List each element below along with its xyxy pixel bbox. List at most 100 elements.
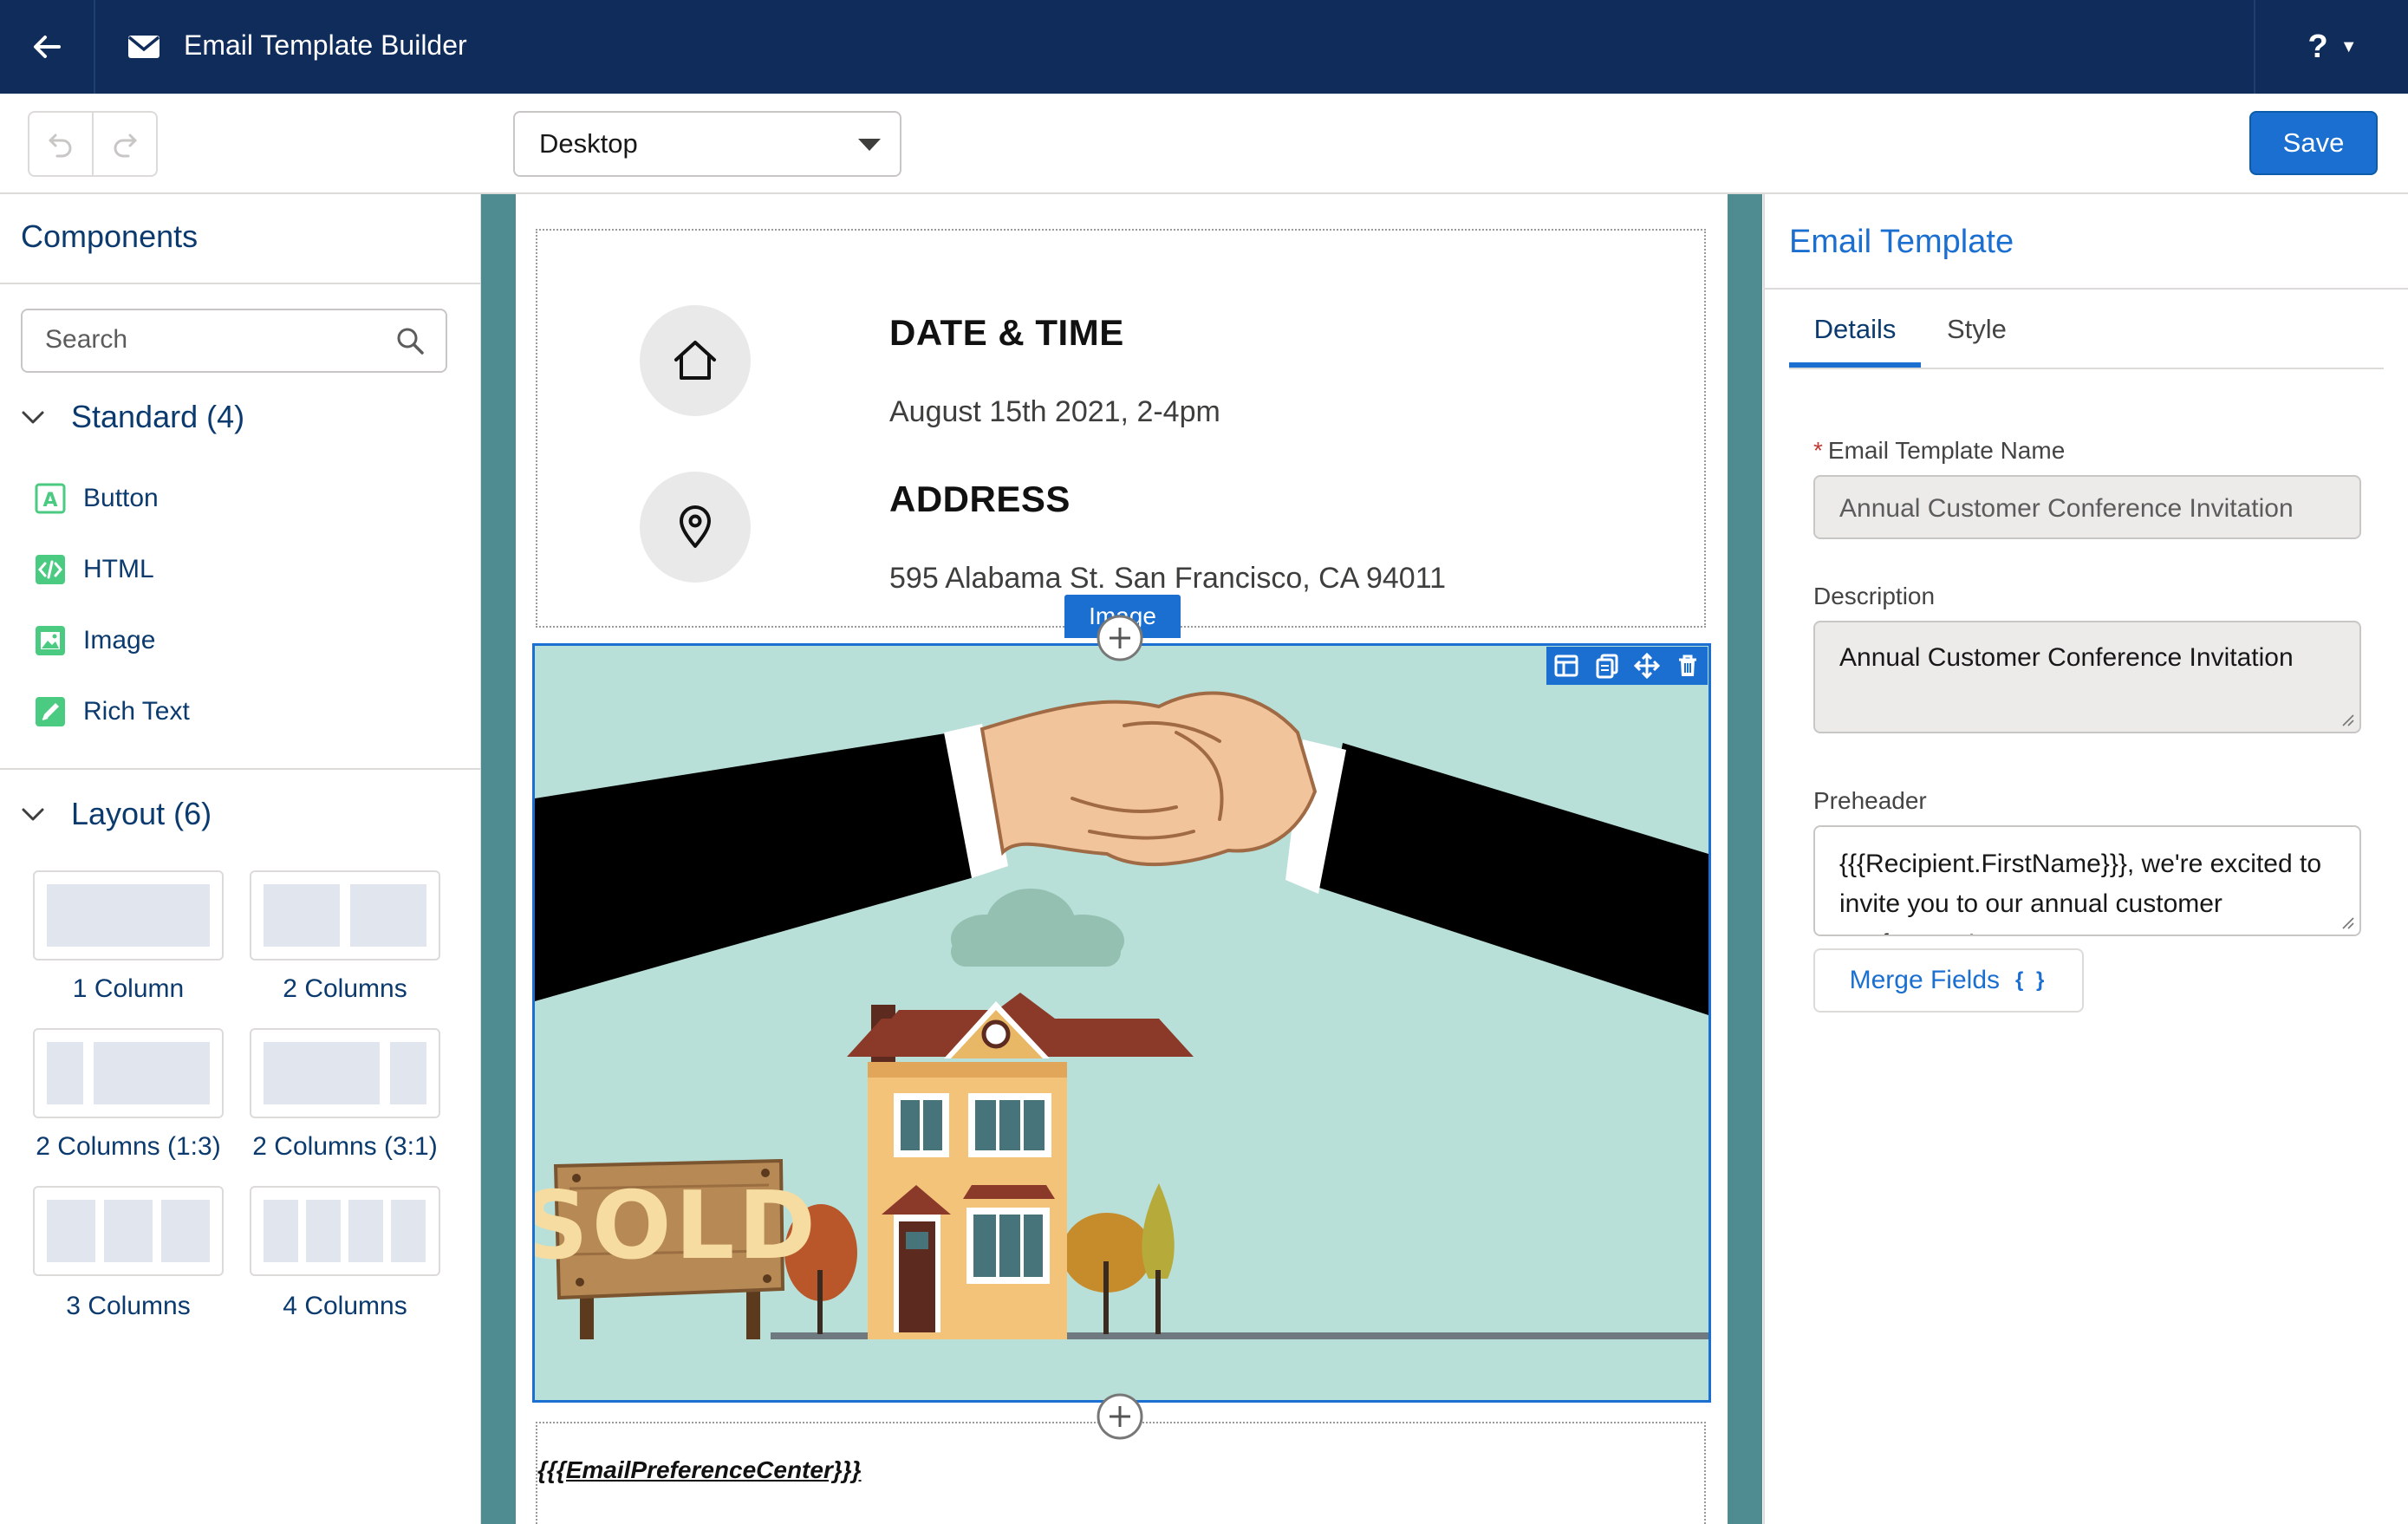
column-block <box>391 1200 426 1262</box>
handshake-house-illustration: SOLD <box>535 646 1708 1400</box>
column-block <box>264 1042 380 1104</box>
required-marker: * <box>1813 437 1823 464</box>
layout-4-columns[interactable] <box>250 1186 440 1276</box>
column-block <box>161 1200 210 1262</box>
delete-icon[interactable] <box>1675 653 1701 679</box>
component-label: Image <box>83 626 156 655</box>
layout-label: 4 Columns <box>283 1292 407 1320</box>
standard-section-toggle[interactable]: Standard (4) <box>21 399 244 435</box>
layout-label: 1 Column <box>72 974 185 1003</box>
active-tab-indicator <box>1789 362 1921 368</box>
address-heading: ADDRESS <box>889 479 1071 519</box>
resize-handle-icon[interactable] <box>2340 713 2354 726</box>
component-label: Rich Text <box>83 697 190 726</box>
layout-label: 2 Columns (3:1) <box>252 1132 438 1161</box>
image-block-selected[interactable]: SOLD <box>532 643 1711 1403</box>
undo-icon <box>49 134 72 158</box>
component-html[interactable]: HTML <box>35 552 154 587</box>
layout-3-columns[interactable] <box>33 1186 224 1276</box>
tab-style[interactable]: Style <box>1947 314 2007 345</box>
component-image[interactable]: Image <box>35 623 155 658</box>
undo-button[interactable] <box>28 111 94 177</box>
sold-sign-text: SOLD <box>535 1172 819 1280</box>
layout-1-column[interactable] <box>33 870 224 961</box>
template-name-label-text: Email Template Name <box>1827 437 2066 464</box>
resize-handle-icon[interactable] <box>2340 915 2354 929</box>
divider <box>1763 288 2408 290</box>
layout-2-columns-1-3[interactable] <box>33 1028 224 1118</box>
layout-block-icon[interactable] <box>1553 653 1579 679</box>
layout-label: 3 Columns <box>66 1292 191 1320</box>
braces-icon: { } <box>2015 968 2048 992</box>
component-label: HTML <box>83 555 154 583</box>
home-icon-circle <box>640 305 751 416</box>
canvas-gutter <box>1728 194 1762 1524</box>
column-block <box>350 884 426 947</box>
search-input[interactable]: Search <box>45 325 127 355</box>
location-icon-circle <box>640 472 751 583</box>
component-label: Button <box>83 484 159 512</box>
image-component-icon <box>35 625 66 656</box>
duplicate-icon[interactable] <box>1594 653 1620 679</box>
template-name-value: Annual Customer Conference Invitation <box>1839 494 2294 523</box>
components-panel <box>0 194 482 1524</box>
tab-details[interactable]: Details <box>1789 314 1921 345</box>
rich-text-component-icon <box>35 696 66 727</box>
device-preview-select[interactable]: Desktop <box>513 111 901 177</box>
layout-2-columns[interactable] <box>250 870 440 961</box>
preheader-field[interactable]: {{{Recipient.FirstName}}}, we're excited… <box>1813 825 2361 936</box>
redo-icon <box>114 134 137 158</box>
builder-toolbar <box>0 94 2408 194</box>
tabs-underline <box>1789 368 2384 369</box>
back-button[interactable] <box>0 0 95 94</box>
back-arrow-icon <box>34 36 61 58</box>
redo-button[interactable] <box>92 111 158 177</box>
image-block-actions <box>1546 647 1708 685</box>
preheader-value: {{{Recipient.FirstName}}}, we're excited… <box>1839 850 2322 935</box>
column-block <box>47 1200 95 1262</box>
email-preference-center-link[interactable]: {{{EmailPreferenceCenter}}} <box>537 1456 862 1484</box>
layout-2-columns-3-1[interactable] <box>250 1028 440 1118</box>
layout-label: 2 Columns <box>283 974 407 1003</box>
help-icon: ? <box>2307 28 2328 65</box>
component-rich-text[interactable]: Rich Text <box>35 694 190 729</box>
component-button[interactable]: A Button <box>35 481 159 516</box>
merge-fields-button[interactable]: Merge Fields { } <box>1813 948 2084 1013</box>
layout-label: 2 Columns (1:3) <box>36 1132 221 1161</box>
chevron-down-icon <box>22 808 44 821</box>
device-select-value: Desktop <box>539 128 638 159</box>
template-name-label: * Email Template Name <box>1813 437 2065 465</box>
divider <box>0 768 480 770</box>
divider <box>0 283 480 284</box>
column-block <box>104 1200 153 1262</box>
dropdown-caret-icon <box>858 139 881 151</box>
date-time-heading: DATE & TIME <box>889 312 1124 353</box>
column-block <box>306 1200 341 1262</box>
add-row-above-icon[interactable] <box>1096 614 1144 662</box>
description-field[interactable]: Annual Customer Conference Invitation <box>1813 621 2361 733</box>
column-block <box>94 1042 210 1104</box>
address-text: 595 Alabama St. San Francisco, CA 94011 <box>889 562 1446 595</box>
search-icon <box>397 328 424 355</box>
help-menu-button[interactable]: ? ▼ <box>2254 0 2408 94</box>
svg-text:A: A <box>42 490 57 511</box>
template-name-field[interactable]: Annual Customer Conference Invitation <box>1813 475 2361 539</box>
html-component-icon <box>35 554 66 585</box>
merge-fields-label: Merge Fields <box>1849 966 2001 994</box>
add-row-below-icon[interactable] <box>1096 1392 1144 1441</box>
move-icon[interactable] <box>1634 653 1661 679</box>
layout-section-toggle[interactable]: Layout (6) <box>21 796 212 832</box>
column-block <box>264 1200 298 1262</box>
date-time-text: August 15th 2021, 2-4pm <box>889 395 1220 428</box>
component-search-box[interactable]: Search <box>21 309 447 373</box>
preheader-label: Preheader <box>1813 787 1927 814</box>
description-value: Annual Customer Conference Invitation <box>1839 643 2294 672</box>
column-block <box>390 1042 426 1104</box>
properties-title: Email Template <box>1789 224 2014 260</box>
components-title: Components <box>21 218 198 254</box>
save-button[interactable]: Save <box>2249 111 2378 175</box>
column-block <box>47 884 210 947</box>
layout-section-title: Layout (6) <box>71 796 212 831</box>
column-block <box>47 1042 83 1104</box>
home-icon <box>674 341 716 380</box>
